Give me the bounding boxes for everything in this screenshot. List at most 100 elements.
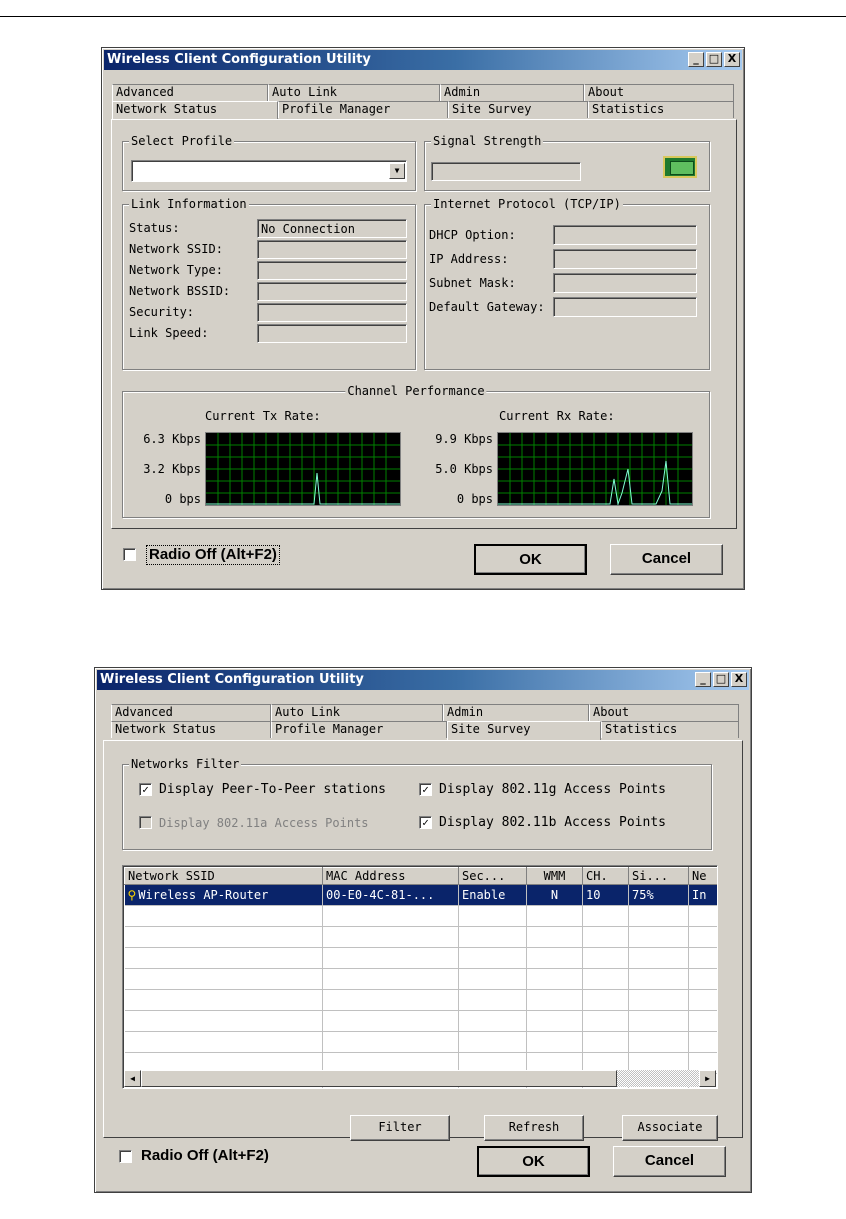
table-cell [458,1010,527,1032]
maximize-button[interactable]: □ [713,672,729,687]
radio-off-checkbox[interactable] [123,548,136,561]
table-cell [582,905,629,927]
tab-panel: Networks Filter ✓ Display Peer-To-Peer s… [103,740,743,1141]
tab-admin[interactable]: Admin [443,704,589,721]
table-row[interactable] [124,926,717,948]
tab-auto-link[interactable]: Auto Link [268,84,440,101]
scrollbar-track[interactable] [617,1070,699,1087]
table-cell [526,926,583,948]
tab-network-status[interactable]: Network Status [111,721,271,738]
refresh-button[interactable]: Refresh [484,1115,584,1141]
wireless-card-icon [663,156,697,178]
table-cell [582,989,629,1011]
column-header[interactable]: Network SSID [124,867,323,885]
column-header[interactable]: MAC Address [322,867,459,885]
link-information-label: Link Information [129,197,249,211]
tab-auto-link[interactable]: Auto Link [271,704,443,721]
minimize-button[interactable]: _ [695,672,711,687]
80211b-label[interactable]: Display 802.11b Access Points [439,816,666,830]
link-field-label: Network SSID: [129,242,223,256]
tcpip-field-label: IP Address: [429,252,509,266]
column-header[interactable]: Sec... [458,867,527,885]
table-cell [526,989,583,1011]
rx-grid [498,433,692,505]
minimize-button[interactable]: _ [688,52,704,67]
tab-site-survey[interactable]: Site Survey [447,721,601,741]
tx-tick-max: 6.3 Kbps [143,432,201,446]
80211b-checkbox[interactable]: ✓ [419,816,432,829]
tab-panel: Select Profile ▼ Signal Strength Link In… [111,119,737,529]
scroll-right-icon[interactable]: ▶ [699,1070,716,1087]
table-cell [458,989,527,1011]
title-bar[interactable]: Wireless Client Configuration Utility _ … [104,50,742,70]
close-button[interactable]: X [724,52,740,67]
tab-statistics[interactable]: Statistics [588,101,734,118]
tab-about[interactable]: About [584,84,734,101]
table-row[interactable] [124,989,717,1011]
table-row[interactable] [124,1010,717,1032]
peer-to-peer-label[interactable]: Display Peer-To-Peer stations [159,783,386,797]
ok-button[interactable]: OK [474,544,587,575]
chevron-down-icon[interactable]: ▼ [389,163,405,179]
cancel-button[interactable]: Cancel [610,544,723,575]
table-cell [688,947,717,969]
tx-rate-title: Current Tx Rate: [205,409,321,423]
horizontal-scrollbar[interactable]: ◀ ▶ [124,1070,716,1087]
tcpip-field-value-box [553,225,697,245]
80211g-label[interactable]: Display 802.11g Access Points [439,783,666,797]
tab-statistics[interactable]: Statistics [601,721,739,738]
80211g-checkbox[interactable]: ✓ [419,783,432,796]
table-cell [322,989,459,1011]
close-button[interactable]: X [731,672,747,687]
maximize-button[interactable]: □ [706,52,722,67]
table-cell: 00-E0-4C-81-... [322,884,459,906]
tab-advanced[interactable]: Advanced [112,84,268,101]
rx-tick-min: 0 bps [456,492,493,506]
tab-profile-manager[interactable]: Profile Manager [278,101,448,118]
table-cell [628,1031,689,1053]
table-row[interactable]: ⚲ Wireless AP-Router 00-E0-4C-81-... Enable… [124,884,717,906]
link-field-value-box [257,261,407,280]
column-header[interactable]: CH. [582,867,629,885]
link-field-value-box [257,240,407,259]
title-bar[interactable]: Wireless Client Configuration Utility _ … [97,670,749,690]
tab-site-survey[interactable]: Site Survey [448,101,588,118]
table-cell [688,926,717,948]
table-row[interactable] [124,905,717,927]
column-header[interactable]: Si... [628,867,689,885]
column-header[interactable]: WMM [526,867,583,885]
tab-advanced[interactable]: Advanced [111,704,271,721]
column-header[interactable]: Ne [688,867,717,885]
config-window-site-survey: Wireless Client Configuration Utility _ … [94,667,752,1193]
rx-rate-line [498,460,692,505]
profile-dropdown[interactable]: ▼ [131,160,407,182]
cancel-button[interactable]: Cancel [613,1146,726,1177]
table-cell [526,1031,583,1053]
tab-profile-manager[interactable]: Profile Manager [271,721,447,738]
filter-button[interactable]: Filter [350,1115,450,1141]
tab-about[interactable]: About [589,704,739,721]
table-cell [628,989,689,1011]
radio-off-label[interactable]: Radio Off (Alt+F2) [146,545,280,565]
signal-strength-bar [431,162,581,181]
tcpip-group: Internet Protocol (TCP/IP) DHCP Option: I… [424,197,710,370]
table-row[interactable] [124,1031,717,1053]
scroll-left-icon[interactable]: ◀ [124,1070,141,1087]
radio-off-checkbox[interactable] [119,1150,132,1163]
site-survey-list[interactable]: Network SSID MAC Address Sec... WMM CH. Si...… [122,865,718,1089]
table-row[interactable] [124,947,717,969]
table-cell [458,926,527,948]
table-row[interactable] [124,968,717,990]
radio-off-label[interactable]: Radio Off (Alt+F2) [141,1147,269,1165]
tab-admin[interactable]: Admin [440,84,584,101]
associate-button[interactable]: Associate [622,1115,718,1141]
table-cell [582,926,629,948]
ok-button[interactable]: OK [477,1146,590,1177]
table-cell [582,1010,629,1032]
tab-network-status[interactable]: Network Status [112,101,278,121]
table-cell [124,1010,323,1032]
table-cell [688,1010,717,1032]
peer-to-peer-checkbox[interactable]: ✓ [139,783,152,796]
tx-tick-min: 0 bps [164,492,201,506]
scrollbar-thumb[interactable] [141,1070,617,1087]
